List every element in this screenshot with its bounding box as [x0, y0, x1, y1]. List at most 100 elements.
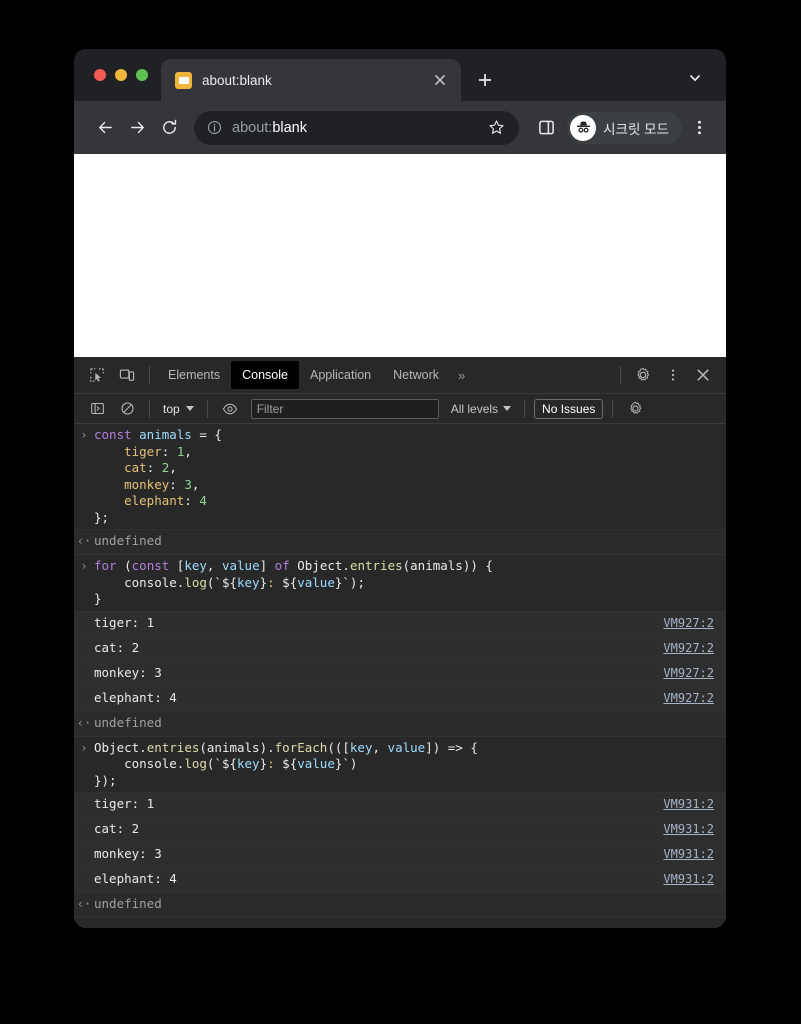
- code-token: :: [146, 460, 162, 475]
- incognito-profile-button[interactable]: 시크릿 모드: [567, 111, 682, 144]
- log-levels-label: All levels: [450, 401, 499, 416]
- browser-menu-icon[interactable]: [684, 113, 714, 143]
- incognito-label: 시크릿 모드: [603, 121, 669, 137]
- browser-tab[interactable]: about:blank: [161, 59, 461, 101]
- console-source-link[interactable]: VM927:2: [663, 665, 726, 680]
- console-sidebar-toggle-icon[interactable]: [82, 395, 112, 423]
- minimize-window-button[interactable]: [115, 69, 127, 81]
- code-token: const: [94, 427, 140, 442]
- console-source-link[interactable]: VM927:2: [663, 615, 726, 630]
- code-token: .: [139, 739, 147, 755]
- console-result-row[interactable]: ‹· undefined: [74, 711, 726, 737]
- console-row-gutter-icon: ›: [80, 559, 88, 573]
- console-row-gutter-icon: ‹·: [76, 715, 92, 730]
- tab-network[interactable]: Network: [382, 361, 450, 389]
- tab-title: about:blank: [202, 72, 272, 88]
- browser-toolbar: about:blank 시크릿 모드: [74, 101, 726, 154]
- console-row-content: tiger: 1: [94, 796, 155, 811]
- code-token: elephant: [124, 493, 185, 508]
- reload-icon[interactable]: [154, 113, 184, 143]
- devtools-settings-gear-icon[interactable]: [628, 361, 658, 389]
- console-row-gutter-icon: [74, 796, 94, 797]
- tab-application[interactable]: Application: [299, 361, 382, 389]
- console-source-link[interactable]: VM931:2: [663, 796, 726, 811]
- console-log-row[interactable]: tiger: 1 VM931:2: [74, 793, 726, 818]
- more-tabs-icon[interactable]: »: [450, 368, 473, 383]
- url-scheme: about:: [232, 119, 273, 136]
- page-viewport[interactable]: [74, 154, 726, 357]
- live-expression-eye-icon[interactable]: [215, 395, 245, 423]
- tab-elements[interactable]: Elements: [157, 361, 231, 389]
- code-token: };: [94, 509, 110, 525]
- console-log-row[interactable]: elephant: 4 VM927:2: [74, 686, 726, 712]
- side-panel-icon[interactable]: [531, 113, 561, 143]
- close-tab-icon[interactable]: [429, 69, 451, 91]
- console-row-gutter-icon: ‹·: [76, 897, 92, 911]
- code-token: :: [169, 476, 185, 492]
- console-row-gutter-icon: ›: [80, 428, 88, 442]
- maximize-window-button[interactable]: [136, 69, 148, 81]
- console-source-link[interactable]: VM931:2: [663, 846, 726, 861]
- console-log-row[interactable]: monkey: 3 VM931:2: [74, 843, 726, 868]
- clear-console-icon[interactable]: [112, 395, 142, 423]
- close-window-button[interactable]: [94, 69, 106, 81]
- bookmark-star-icon[interactable]: [485, 117, 507, 139]
- code-token: (`${: [206, 756, 237, 771]
- console-row-gutter-icon: ›: [80, 740, 88, 755]
- code-token: ]: [259, 558, 275, 573]
- code-token: }: [259, 756, 268, 771]
- url-host: blank: [272, 119, 307, 136]
- window-controls: [74, 49, 161, 101]
- incognito-icon: [570, 114, 597, 141]
- console-filter-input[interactable]: Filter: [250, 398, 439, 419]
- code-token: (([: [327, 739, 350, 755]
- devtools-close-icon[interactable]: [688, 361, 718, 389]
- console-source-link[interactable]: VM927:2: [663, 640, 726, 655]
- chevron-down-icon: [185, 406, 194, 411]
- console-log-row[interactable]: monkey: 3 VM927:2: [74, 661, 726, 687]
- console-input-row[interactable]: › Object.entries(animals).forEach(([key, …: [74, 736, 726, 793]
- forward-arrow-icon[interactable]: [122, 113, 152, 143]
- execution-context-dropdown[interactable]: top: [157, 399, 200, 419]
- inspect-element-icon[interactable]: [82, 361, 112, 389]
- console-source-link[interactable]: VM931:2: [663, 871, 726, 886]
- page-info-icon[interactable]: [207, 120, 222, 135]
- tab-console[interactable]: Console: [231, 361, 299, 389]
- console-result-row[interactable]: ‹· undefined: [74, 530, 726, 555]
- console-input-row[interactable]: › const animals = { tiger: 1, cat: 2, mon…: [74, 424, 726, 530]
- console-row-gutter-icon: [74, 821, 94, 822]
- console-log-row[interactable]: tiger: 1 VM927:2: [74, 611, 726, 637]
- console-row-content: cat: 2: [94, 639, 140, 655]
- console-filter-bar: top Filter All levels No Issues: [74, 394, 726, 424]
- console-source-link[interactable]: VM931:2: [663, 821, 726, 836]
- code-token: = {: [199, 427, 222, 442]
- code-token: });: [94, 772, 117, 788]
- console-log-row[interactable]: cat: 2 VM931:2: [74, 818, 726, 843]
- console-log-row[interactable]: elephant: 4 VM931:2: [74, 868, 726, 893]
- code-token: (: [124, 558, 132, 573]
- devtools-more-menu-icon[interactable]: [658, 361, 688, 389]
- console-input-row[interactable]: › for (const [key, value] of Object.entri…: [74, 555, 726, 612]
- console-output[interactable]: › const animals = { tiger: 1, cat: 2, mon…: [74, 424, 726, 928]
- device-toolbar-icon[interactable]: [112, 361, 142, 389]
- console-log-row[interactable]: cat: 2 VM927:2: [74, 636, 726, 662]
- console-filter-placeholder: Filter: [256, 401, 284, 416]
- new-tab-button[interactable]: [470, 65, 500, 95]
- back-arrow-icon[interactable]: [90, 113, 120, 143]
- console-source-link[interactable]: VM927:2: [663, 690, 726, 705]
- code-token: key: [349, 739, 373, 755]
- code-token: ${: [282, 756, 298, 771]
- console-result-row[interactable]: ‹· undefined: [74, 893, 726, 918]
- tab-search-chevron-down-icon[interactable]: [682, 65, 708, 91]
- log-levels-dropdown[interactable]: All levels: [445, 402, 517, 416]
- code-token: const: [131, 558, 177, 573]
- console-row-content: undefined: [94, 533, 726, 550]
- code-token: value: [297, 574, 335, 590]
- address-bar[interactable]: about:blank: [194, 110, 520, 145]
- console-settings-gear-icon[interactable]: [620, 395, 650, 423]
- issues-button[interactable]: No Issues: [534, 398, 604, 419]
- console-row-content: monkey: 3: [94, 664, 162, 680]
- console-row-gutter-icon: ‹·: [76, 534, 92, 548]
